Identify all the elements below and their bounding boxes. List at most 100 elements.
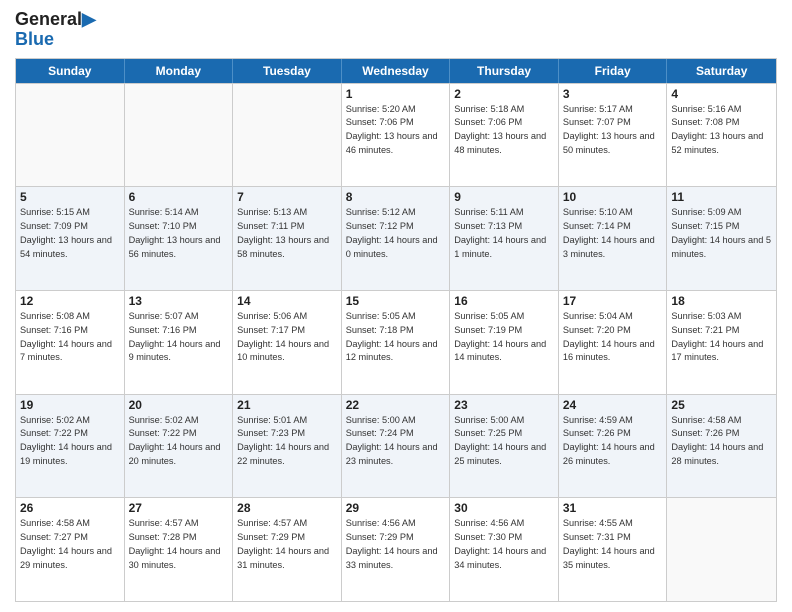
day-number: 8 xyxy=(346,190,446,204)
day-cell-12: 12 Sunrise: 5:08 AMSunset: 7:16 PMDayligh… xyxy=(16,291,125,394)
day-cell-13: 13 Sunrise: 5:07 AMSunset: 7:16 PMDayligh… xyxy=(125,291,234,394)
day-number: 23 xyxy=(454,398,554,412)
day-cell-22: 22 Sunrise: 5:00 AMSunset: 7:24 PMDayligh… xyxy=(342,395,451,498)
sun-info: Sunrise: 5:02 AMSunset: 7:22 PMDaylight:… xyxy=(129,414,229,469)
day-cell-26: 26 Sunrise: 4:58 AMSunset: 7:27 PMDayligh… xyxy=(16,498,125,601)
day-number: 21 xyxy=(237,398,337,412)
day-number: 5 xyxy=(20,190,120,204)
logo-blue: Blue xyxy=(15,30,54,50)
day-number: 15 xyxy=(346,294,446,308)
empty-cell-r4c6 xyxy=(667,498,776,601)
day-number: 3 xyxy=(563,87,663,101)
day-number: 13 xyxy=(129,294,229,308)
empty-cell-r0c0 xyxy=(16,84,125,187)
calendar-row-1: 1 Sunrise: 5:20 AMSunset: 7:06 PMDaylight… xyxy=(16,83,776,187)
weekday-header-wednesday: Wednesday xyxy=(342,59,451,83)
day-number: 28 xyxy=(237,501,337,515)
day-cell-19: 19Sunrise: 5:02 AMSunset: 7:22 PMDayligh… xyxy=(16,395,125,498)
day-number: 2 xyxy=(454,87,554,101)
sun-info: Sunrise: 5:07 AMSunset: 7:16 PMDaylight:… xyxy=(129,310,229,365)
day-cell-11: 11Sunrise: 5:09 AMSunset: 7:15 PMDayligh… xyxy=(667,187,776,290)
day-cell-3: 3 Sunrise: 5:17 AMSunset: 7:07 PMDaylight… xyxy=(559,84,668,187)
day-cell-6: 6 Sunrise: 5:14 AMSunset: 7:10 PMDaylight… xyxy=(125,187,234,290)
day-cell-2: 2 Sunrise: 5:18 AMSunset: 7:06 PMDaylight… xyxy=(450,84,559,187)
day-number: 12 xyxy=(20,294,120,308)
day-number: 11 xyxy=(671,190,772,204)
weekday-header-thursday: Thursday xyxy=(450,59,559,83)
day-number: 25 xyxy=(671,398,772,412)
sun-info: Sunrise: 5:08 AMSunset: 7:16 PMDaylight:… xyxy=(20,310,120,365)
sun-info: Sunrise: 5:00 AMSunset: 7:25 PMDaylight:… xyxy=(454,414,554,469)
sun-info: Sunrise: 5:20 AMSunset: 7:06 PMDaylight:… xyxy=(346,103,446,158)
day-cell-5: 5Sunrise: 5:15 AMSunset: 7:09 PMDaylight… xyxy=(16,187,125,290)
sun-info: Sunrise: 5:12 AMSunset: 7:12 PMDaylight:… xyxy=(346,206,446,261)
sun-info: Sunrise: 5:18 AMSunset: 7:06 PMDaylight:… xyxy=(454,103,554,158)
day-cell-7: 7 Sunrise: 5:13 AMSunset: 7:11 PMDaylight… xyxy=(233,187,342,290)
calendar-row-2: 5Sunrise: 5:15 AMSunset: 7:09 PMDaylight… xyxy=(16,186,776,290)
sun-info: Sunrise: 4:58 AMSunset: 7:27 PMDaylight:… xyxy=(20,517,120,572)
day-cell-30: 30 Sunrise: 4:56 AMSunset: 7:30 PMDayligh… xyxy=(450,498,559,601)
day-cell-23: 23 Sunrise: 5:00 AMSunset: 7:25 PMDayligh… xyxy=(450,395,559,498)
day-cell-8: 8 Sunrise: 5:12 AMSunset: 7:12 PMDaylight… xyxy=(342,187,451,290)
day-cell-31: 31 Sunrise: 4:55 AMSunset: 7:31 PMDayligh… xyxy=(559,498,668,601)
day-cell-9: 9 Sunrise: 5:11 AMSunset: 7:13 PMDaylight… xyxy=(450,187,559,290)
day-cell-18: 18 Sunrise: 5:03 AMSunset: 7:21 PMDayligh… xyxy=(667,291,776,394)
day-number: 7 xyxy=(237,190,337,204)
sun-info: Sunrise: 5:16 AMSunset: 7:08 PMDaylight:… xyxy=(671,103,772,158)
day-number: 31 xyxy=(563,501,663,515)
day-number: 6 xyxy=(129,190,229,204)
sun-info: Sunrise: 5:14 AMSunset: 7:10 PMDaylight:… xyxy=(129,206,229,261)
sun-info: Sunrise: 4:55 AMSunset: 7:31 PMDaylight:… xyxy=(563,517,663,572)
header: General▶ Blue xyxy=(15,10,777,50)
calendar-row-3: 12 Sunrise: 5:08 AMSunset: 7:16 PMDayligh… xyxy=(16,290,776,394)
day-cell-4: 4Sunrise: 5:16 AMSunset: 7:08 PMDaylight… xyxy=(667,84,776,187)
weekday-header-tuesday: Tuesday xyxy=(233,59,342,83)
sun-info: Sunrise: 5:13 AMSunset: 7:11 PMDaylight:… xyxy=(237,206,337,261)
day-cell-15: 15 Sunrise: 5:05 AMSunset: 7:18 PMDayligh… xyxy=(342,291,451,394)
sun-info: Sunrise: 4:56 AMSunset: 7:30 PMDaylight:… xyxy=(454,517,554,572)
day-number: 18 xyxy=(671,294,772,308)
page: General▶ Blue SundayMondayTuesdayWednesd… xyxy=(0,0,792,612)
day-cell-10: 10 Sunrise: 5:10 AMSunset: 7:14 PMDayligh… xyxy=(559,187,668,290)
day-cell-14: 14Sunrise: 5:06 AMSunset: 7:17 PMDayligh… xyxy=(233,291,342,394)
day-number: 22 xyxy=(346,398,446,412)
sun-info: Sunrise: 5:11 AMSunset: 7:13 PMDaylight:… xyxy=(454,206,554,261)
sun-info: Sunrise: 4:57 AMSunset: 7:28 PMDaylight:… xyxy=(129,517,229,572)
sun-info: Sunrise: 5:10 AMSunset: 7:14 PMDaylight:… xyxy=(563,206,663,261)
day-number: 27 xyxy=(129,501,229,515)
day-number: 10 xyxy=(563,190,663,204)
empty-cell-r0c2 xyxy=(233,84,342,187)
empty-cell-r0c1 xyxy=(125,84,234,187)
sun-info: Sunrise: 4:56 AMSunset: 7:29 PMDaylight:… xyxy=(346,517,446,572)
weekday-header-saturday: Saturday xyxy=(667,59,776,83)
day-cell-24: 24Sunrise: 4:59 AMSunset: 7:26 PMDayligh… xyxy=(559,395,668,498)
day-cell-20: 20 Sunrise: 5:02 AMSunset: 7:22 PMDayligh… xyxy=(125,395,234,498)
weekday-header-sunday: Sunday xyxy=(16,59,125,83)
sun-info: Sunrise: 5:05 AMSunset: 7:18 PMDaylight:… xyxy=(346,310,446,365)
day-number: 30 xyxy=(454,501,554,515)
calendar-row-4: 19 Sunrise: 5:02 AMSunset: 7:22 PMDayligh… xyxy=(16,394,776,498)
day-cell-21: 21Sunrise: 5:01 AMSunset: 7:23 PMDayligh… xyxy=(233,395,342,498)
calendar-body: 1 Sunrise: 5:20 AMSunset: 7:06 PMDaylight… xyxy=(16,83,776,601)
day-cell-25: 25 Sunrise: 4:58 AMSunset: 7:26 PMDayligh… xyxy=(667,395,776,498)
day-number: 20 xyxy=(129,398,229,412)
day-number: 26 xyxy=(20,501,120,515)
day-number: 14 xyxy=(237,294,337,308)
day-number: 19 xyxy=(20,398,120,412)
logo-text: General▶ xyxy=(15,10,96,30)
sun-info: Sunrise: 5:00 AMSunset: 7:24 PMDaylight:… xyxy=(346,414,446,469)
day-number: 17 xyxy=(563,294,663,308)
weekday-header-friday: Friday xyxy=(559,59,668,83)
sun-info: Sunrise: 4:57 AMSunset: 7:29 PMDaylight:… xyxy=(237,517,337,572)
calendar-header: SundayMondayTuesdayWednesdayThursdayFrid… xyxy=(16,59,776,83)
sun-info: Sunrise: 5:17 AMSunset: 7:07 PMDaylight:… xyxy=(563,103,663,158)
sun-info: Sunrise: 5:04 AMSunset: 7:20 PMDaylight:… xyxy=(563,310,663,365)
sun-info: Sunrise: 4:58 AMSunset: 7:26 PMDaylight:… xyxy=(671,414,772,469)
day-number: 9 xyxy=(454,190,554,204)
sun-info: Sunrise: 5:03 AMSunset: 7:21 PMDaylight:… xyxy=(671,310,772,365)
day-number: 16 xyxy=(454,294,554,308)
day-number: 1 xyxy=(346,87,446,101)
logo: General▶ Blue xyxy=(15,10,96,50)
weekday-header-monday: Monday xyxy=(125,59,234,83)
day-number: 24 xyxy=(563,398,663,412)
